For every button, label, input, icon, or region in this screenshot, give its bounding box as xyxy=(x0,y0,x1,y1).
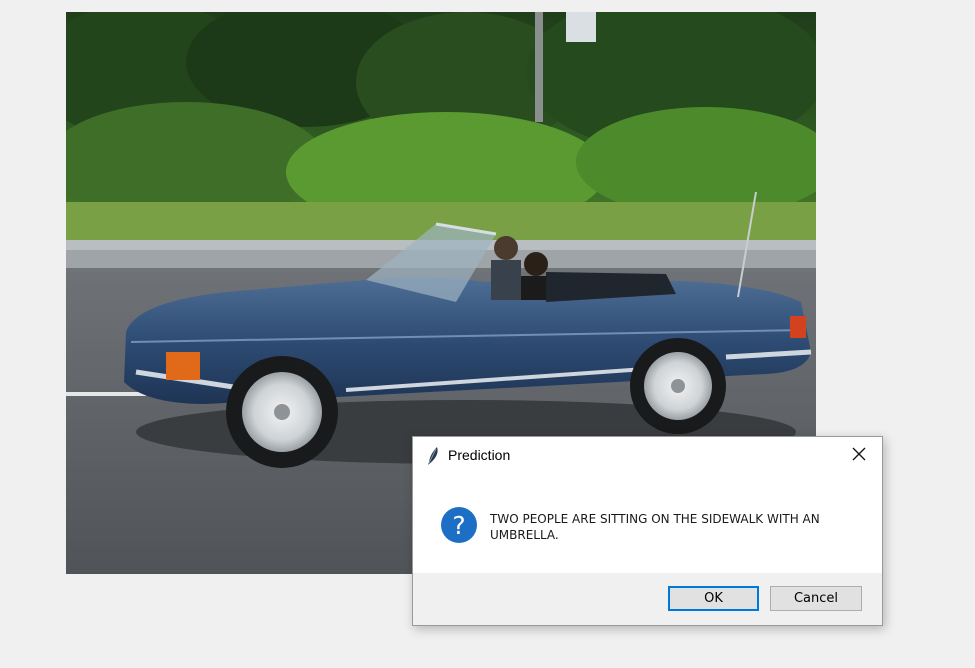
close-button[interactable] xyxy=(836,437,882,475)
cancel-button[interactable]: Cancel xyxy=(770,586,862,611)
svg-text:?: ? xyxy=(452,511,465,540)
ok-button[interactable]: OK xyxy=(668,586,759,611)
dialog-button-area: OK Cancel xyxy=(413,573,882,625)
dialog-message: TWO PEOPLE ARE SITTING ON THE SIDEWALK W… xyxy=(490,512,820,542)
dialog-titlebar[interactable]: Prediction xyxy=(413,437,882,475)
feather-icon xyxy=(426,446,440,466)
question-icon: ? xyxy=(440,506,478,544)
dialog-title: Prediction xyxy=(448,447,511,463)
close-icon xyxy=(852,447,866,466)
dialog-content: ? TWO PEOPLE ARE SITTING ON THE SIDEWALK… xyxy=(413,475,882,573)
prediction-dialog: Prediction ? TWO PEOPLE ARE SITTING ON T… xyxy=(412,436,883,626)
